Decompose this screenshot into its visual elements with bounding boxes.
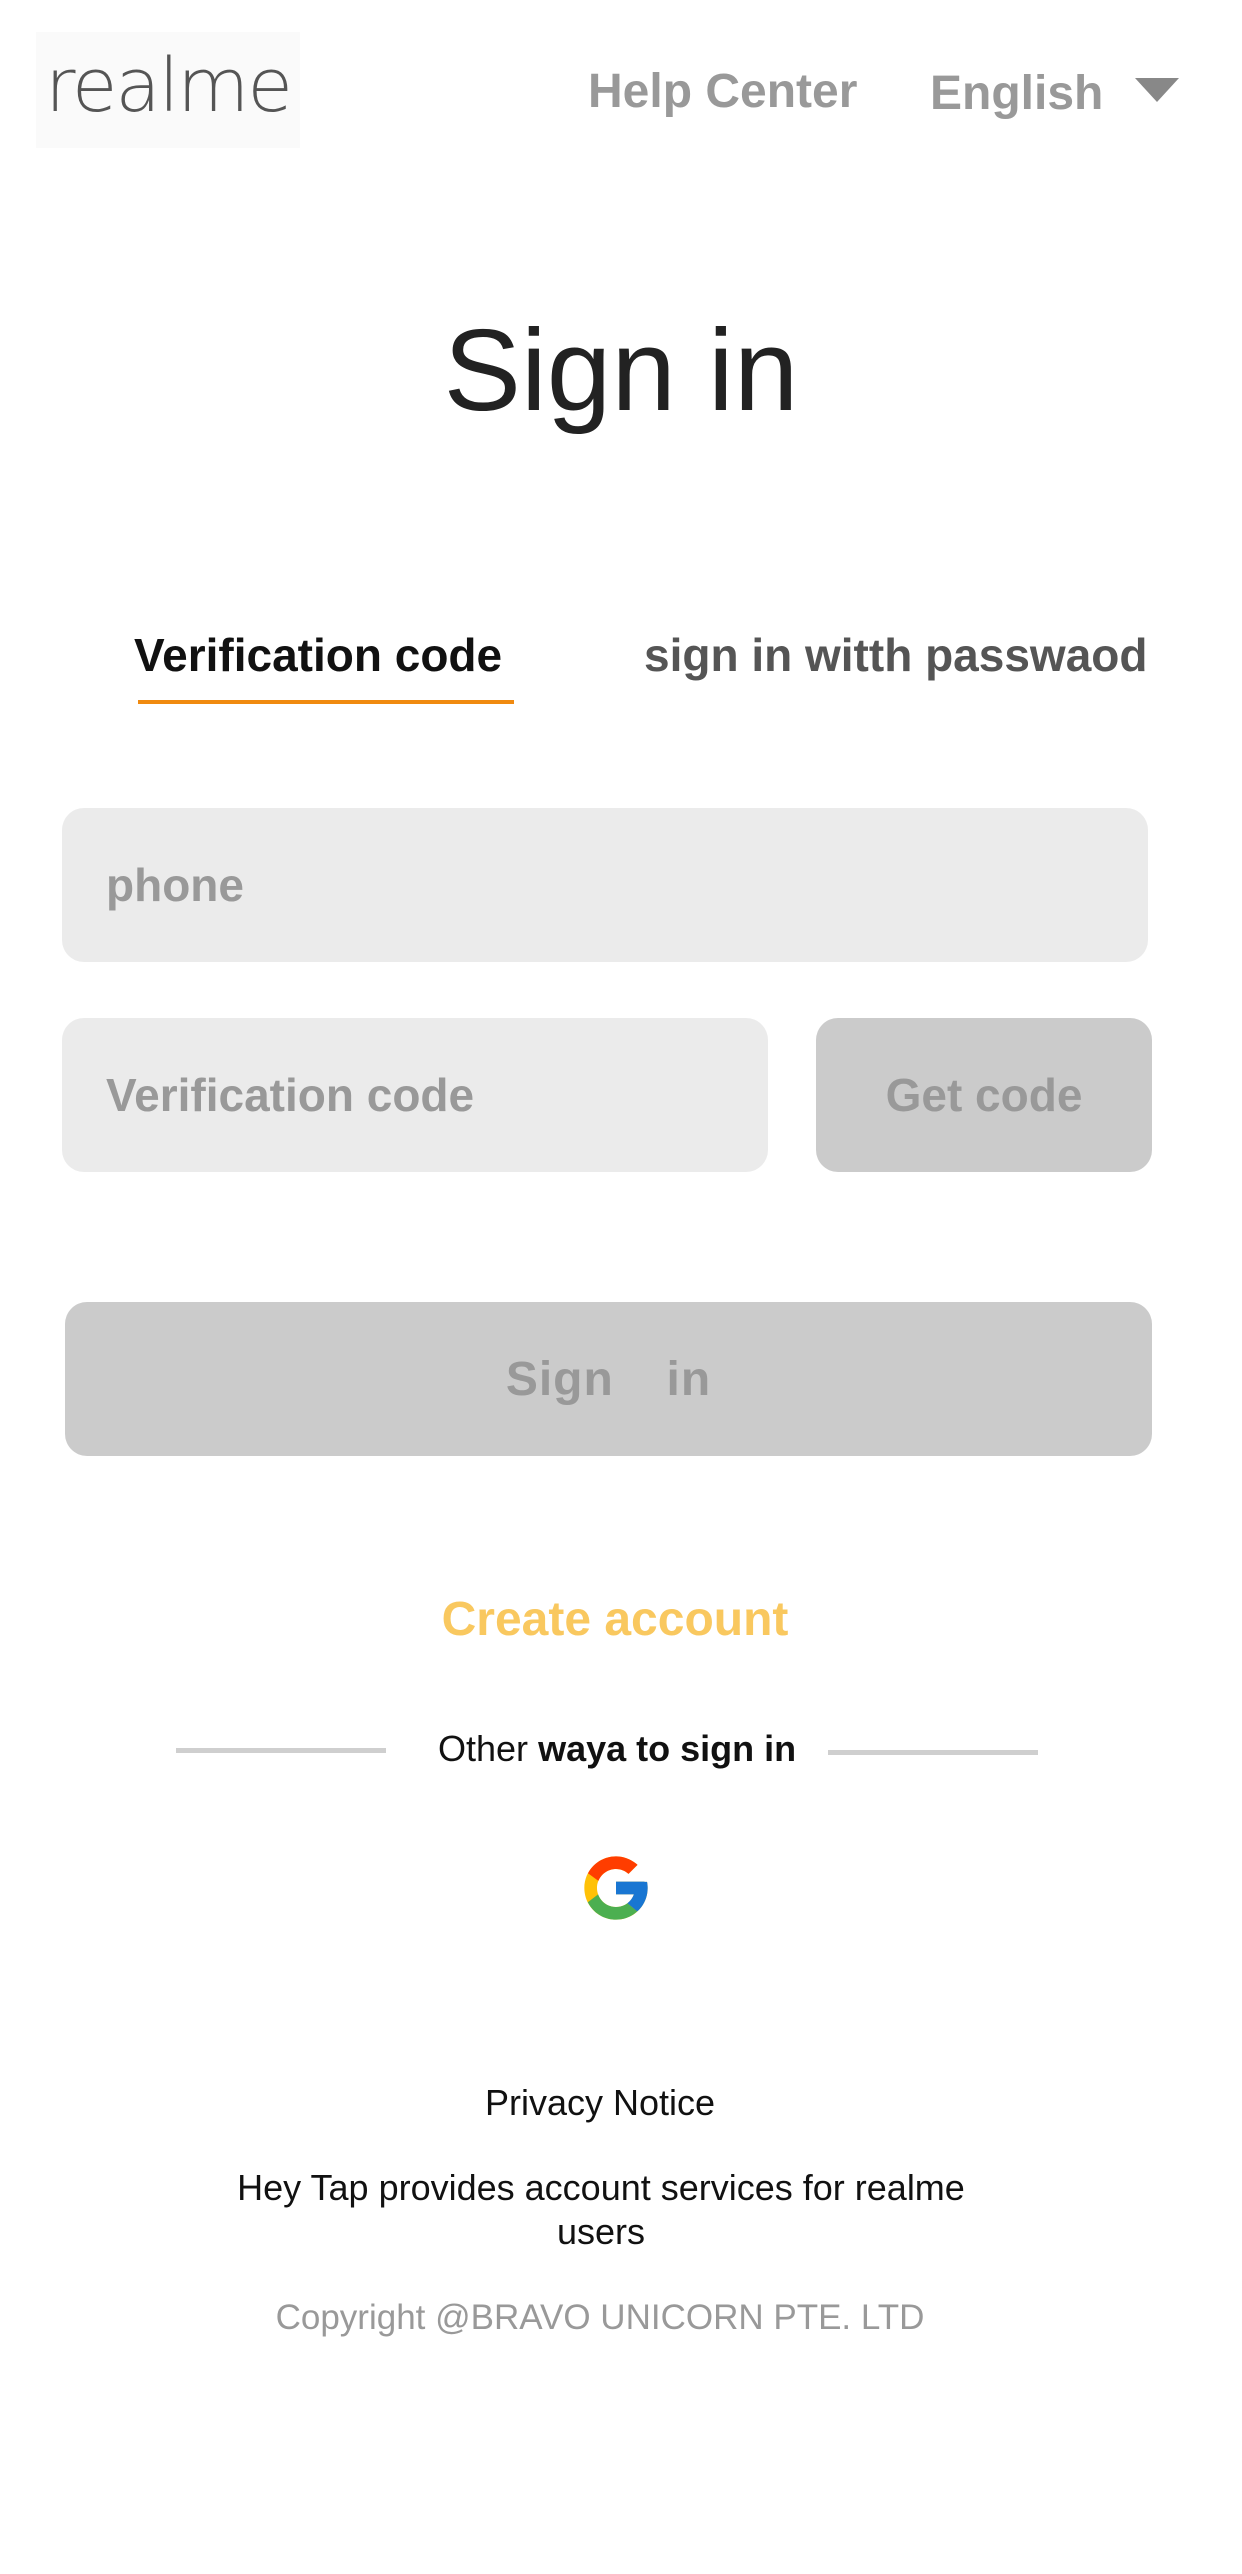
logo-text: realme	[45, 43, 293, 129]
tab-sign-in-with-password[interactable]: sign in witth passwaod	[644, 628, 1147, 682]
other-ways-label: Other waya to sign in	[438, 1728, 796, 1770]
sign-in-button[interactable]: Sign in	[65, 1302, 1152, 1456]
verification-code-input[interactable]: Verification code	[62, 1018, 768, 1172]
get-code-label: Get code	[885, 1069, 1083, 1121]
google-sign-in-button[interactable]	[578, 1850, 654, 1926]
phone-input[interactable]: phone	[62, 808, 1148, 962]
divider-left	[176, 1748, 386, 1753]
language-label: English	[930, 67, 1104, 120]
language-select[interactable]: English	[930, 66, 1180, 121]
google-icon	[584, 1856, 648, 1920]
page-title: Sign in	[443, 305, 799, 435]
get-code-button[interactable]: Get code	[816, 1018, 1152, 1172]
help-center-link[interactable]: Help Center	[588, 64, 857, 119]
verification-code-placeholder: Verification code	[106, 1069, 475, 1121]
copyright: Copyright @BRAVO UNICORN PTE. LTD	[275, 2298, 925, 2337]
logo: realme	[36, 32, 300, 148]
tab-verification-code[interactable]: Verification code	[134, 628, 502, 682]
phone-placeholder: phone	[106, 859, 244, 911]
divider-right	[828, 1750, 1038, 1755]
caret-down-icon	[1135, 78, 1180, 102]
other-ways-prefix: Other	[438, 1728, 529, 1769]
privacy-notice-link[interactable]: Privacy Notice	[0, 2082, 1200, 2124]
active-tab-indicator	[138, 700, 514, 704]
create-account-link[interactable]: Create account	[0, 1592, 1230, 1647]
sign-in-label: Sign in	[505, 1352, 712, 1406]
other-ways-bold: waya to sign in	[538, 1728, 797, 1769]
provider-notice: Hey Tap provides account services for re…	[237, 2167, 965, 2252]
